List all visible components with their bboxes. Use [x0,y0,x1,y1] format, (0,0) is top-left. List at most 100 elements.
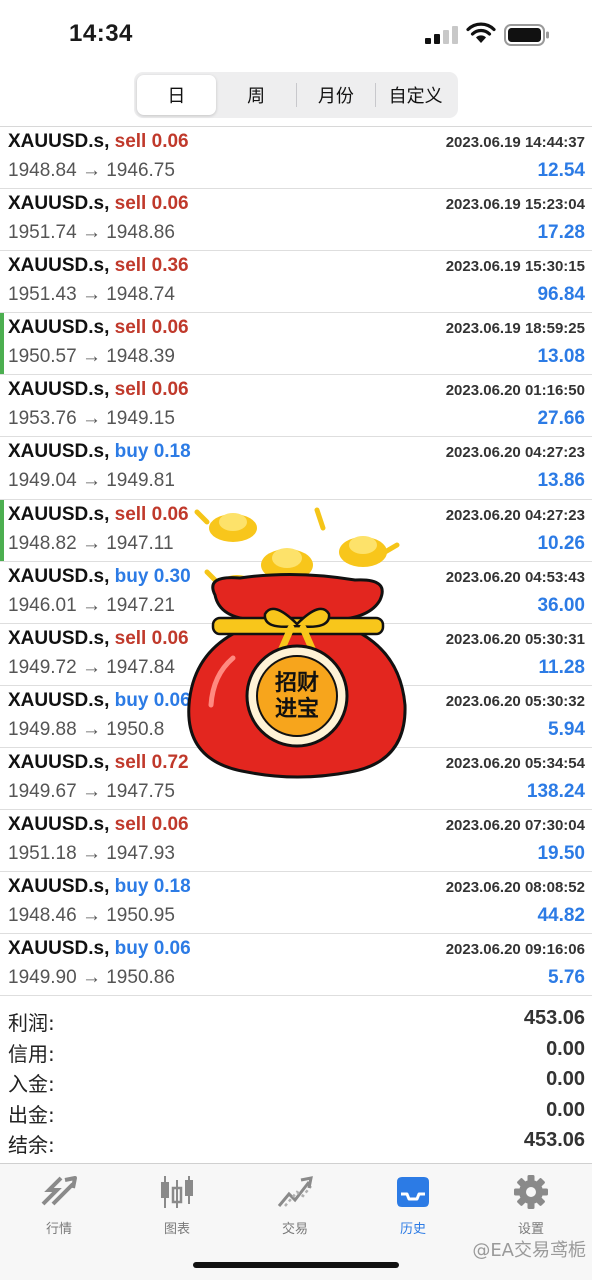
settings-icon [514,1175,548,1209]
trade-side: sell [114,814,147,836]
status-bar: 14:34 [0,0,592,70]
trade-prices: 1951.18 → 1947.93 [8,843,175,865]
tab-quotes[interactable]: 行情 [0,1174,118,1246]
summary-label: 利润: [8,1011,55,1035]
trade-volume: 0.06 [151,131,189,152]
trade-side-volume: sell 0.72 [115,752,189,773]
tab-trade[interactable]: 交易 [236,1174,354,1246]
trade-volume: 0.06 [151,627,189,649]
trade-prices: 1949.88 → 1950.8 [8,718,165,740]
home-indicator[interactable] [193,1262,399,1268]
trade-profit: 44.82 [537,905,585,927]
trade-side: buy [114,876,149,898]
trade-volume: 0.06 [151,317,189,339]
trade-row[interactable]: XAUUSD.s, buy 0.06 2023.06.20 09:16:06 1… [0,934,592,997]
trade-side: buy [114,441,149,463]
battery-icon [504,24,549,46]
trade-time: 2023.06.20 01:16:50 [445,382,585,400]
trade-row[interactable]: XAUUSD.s, sell 0.36 2023.06.19 15:30:15 … [0,251,592,314]
watermark: @EA交易鸢栀 [472,1240,586,1261]
cellular-signal-icon [425,26,458,44]
trade-volume: 0.36 [151,255,189,277]
trade-symbol: XAUUSD.s, [8,751,110,773]
trade-profit: 10.26 [537,532,585,554]
trade-symbol: XAUUSD.s, [8,255,110,277]
trade-symbol-line: XAUUSD.s, buy 0.18 [8,876,191,898]
trade-symbol-line: XAUUSD.s, sell 0.06 [8,504,189,526]
trade-side: sell [114,193,147,215]
trade-side-volume: buy 0.06 [115,938,191,959]
trade-symbol: XAUUSD.s, [8,317,110,339]
trade-prices: 1948.84 → 1946.75 [8,160,175,181]
trade-side: sell [114,751,147,773]
trade-symbol-line: XAUUSD.s, buy 0.06 [8,690,191,712]
trade-profit: 36.00 [537,594,585,616]
trade-side: sell [114,379,147,401]
trade-symbol: XAUUSD.s, [8,814,110,836]
trade-prices: 1949.72 → 1947.84 [8,656,175,678]
trade-time: 2023.06.19 18:59:25 [445,320,585,338]
trade-prices: 1946.01 → 1947.21 [8,594,175,616]
trade-side-volume: sell 0.06 [115,628,189,649]
trade-symbol-line: XAUUSD.s, buy 0.30 [8,566,191,588]
trade-side: sell [114,255,147,277]
tab-chart[interactable]: 图表 [118,1174,236,1246]
summary-row-balance: 结余: 453.06 [0,1126,592,1157]
segment-day[interactable]: 日 [137,75,216,115]
trade-symbol: XAUUSD.s, [8,131,110,152]
sticker-text-line1: 招财 [275,671,319,696]
summary-row-credit: 信用: 0.00 [0,1035,592,1066]
trade-side-volume: sell 0.06 [115,379,189,400]
trade-row[interactable]: XAUUSD.s, sell 0.06 2023.06.19 18:59:25 … [0,313,592,376]
trade-side: sell [114,317,147,339]
selection-marker [0,499,4,561]
trade-profit: 5.76 [548,967,585,989]
summary-value: 0.00 [546,1068,585,1090]
trade-time: 2023.06.19 14:44:37 [445,134,585,151]
status-time: 14:34 [69,20,133,47]
trade-row[interactable]: XAUUSD.s, sell 0.06 2023.06.19 15:23:04 … [0,189,592,252]
trade-prices: 1953.76 → 1949.15 [8,408,175,430]
summary-value: 0.00 [546,1037,585,1060]
trade-symbol: XAUUSD.s, [8,193,110,215]
trade-side-volume: buy 0.06 [115,690,191,711]
summary-label: 入金: [8,1072,55,1096]
trade-time: 2023.06.20 04:27:23 [445,444,585,462]
trade-side-volume: buy 0.18 [115,876,191,897]
summary-row-withdrawal: 出金: 0.00 [0,1096,592,1127]
sticker-text-line2: 进宝 [275,696,319,722]
history-icon [397,1177,429,1207]
trade-time: 2023.06.19 15:30:15 [445,258,585,276]
summary-row-deposit: 入金: 0.00 [0,1065,592,1096]
trade-row[interactable]: XAUUSD.s, sell 0.06 2023.06.20 07:30:04 … [0,810,592,873]
trade-prices: 1948.82 → 1947.11 [8,532,174,554]
tab-label: 交易 [281,1222,308,1237]
tab-label: 行情 [45,1222,72,1237]
trade-volume: 0.06 [153,938,191,960]
trade-side: sell [114,503,147,525]
trade-side: buy [114,689,149,711]
trade-symbol-line: XAUUSD.s, sell 0.06 [8,131,189,153]
trade-profit: 5.94 [548,718,585,740]
trade-icon [277,1176,313,1207]
tab-history[interactable]: 历史 [354,1174,472,1246]
trade-prices: 1949.90 → 1950.86 [8,967,175,989]
segment-week[interactable]: 周 [217,75,296,115]
trade-row[interactable]: XAUUSD.s, sell 0.06 2023.06.20 01:16:50 … [0,375,592,438]
segment-custom[interactable]: 自定义 [376,75,455,115]
chart-icon [161,1176,193,1208]
trade-time: 2023.06.20 09:16:06 [445,941,585,959]
trade-side: sell [114,627,147,649]
trade-symbol-line: XAUUSD.s, sell 0.72 [8,752,189,774]
trade-volume: 0.06 [151,814,189,836]
trade-row[interactable]: XAUUSD.s, buy 0.18 2023.06.20 04:27:23 1… [0,437,592,500]
trade-volume: 0.06 [151,379,189,401]
summary-row-profit: 利润: 453.06 [0,1004,592,1035]
segment-month[interactable]: 月份 [297,75,376,115]
trade-row[interactable]: XAUUSD.s, sell 0.06 2023.06.19 14:44:37 … [0,127,592,190]
trade-row[interactable]: XAUUSD.s, buy 0.18 2023.06.20 08:08:52 1… [0,872,592,935]
trade-symbol-line: XAUUSD.s, sell 0.06 [8,193,189,215]
trade-time: 2023.06.20 05:30:32 [445,692,585,710]
summary-label: 结余: [8,1133,55,1157]
trade-side-volume: sell 0.06 [115,193,189,214]
